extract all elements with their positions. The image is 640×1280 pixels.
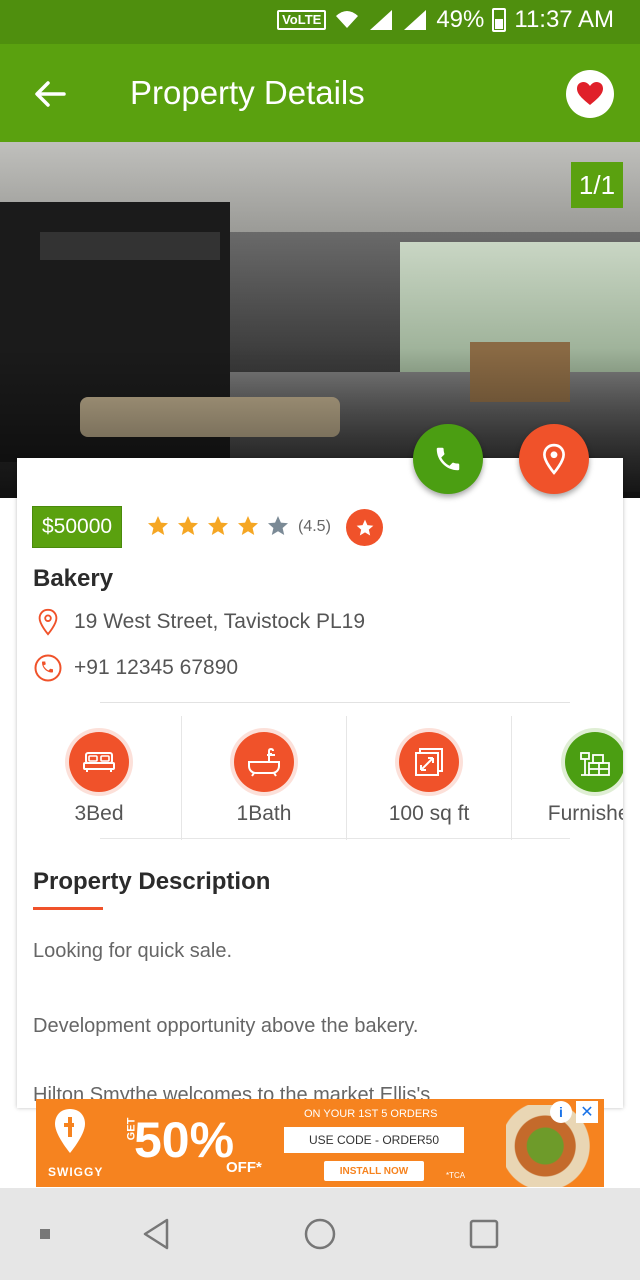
star-empty-icon <box>268 516 288 535</box>
signal-1-icon <box>370 10 393 30</box>
ad-orders-line: ON YOUR 1ST 5 ORDERS <box>304 1108 438 1120</box>
star-rating <box>146 514 290 538</box>
ad-percent: 50% <box>134 1112 235 1168</box>
feature-label: 100 sq ft <box>388 802 470 825</box>
favorite-button[interactable] <box>566 70 614 118</box>
feature-label: 1Bath <box>236 802 292 825</box>
status-bar: VoLTE 49% 11:37 AM <box>0 0 640 44</box>
description-paragraph: Development opportunity above the bakery… <box>33 1015 419 1037</box>
rate-button[interactable] <box>346 509 383 546</box>
ad-promo-code: USE CODE - ORDER50 <box>284 1127 464 1153</box>
star-icon <box>238 516 258 535</box>
map-pin-icon <box>543 443 565 475</box>
description-paragraph: Looking for quick sale. <box>33 940 233 962</box>
battery-percent: 49% <box>436 6 485 33</box>
heading-underline <box>33 907 103 910</box>
phone-icon <box>34 654 62 682</box>
triangle-back-icon <box>143 1218 169 1250</box>
star-icon <box>208 516 228 535</box>
back-button[interactable] <box>28 72 72 116</box>
signal-2-icon <box>404 10 427 30</box>
nav-dot-button[interactable] <box>30 1188 60 1280</box>
ad-install-button[interactable]: INSTALL NOW <box>324 1161 424 1181</box>
feature-label: 3Bed <box>74 802 124 825</box>
call-button[interactable] <box>413 424 483 494</box>
address-text: 19 West Street, Tavistock PL19 <box>74 610 366 633</box>
feature-bath: 1Bath <box>182 716 347 840</box>
ad-brand: SWIGGY <box>48 1165 104 1179</box>
bed-icon <box>69 732 129 792</box>
square-dot-icon <box>40 1229 50 1239</box>
price-badge: $50000 <box>32 506 123 548</box>
rating-value: (4.5) <box>298 518 331 535</box>
feature-bed: 3Bed <box>17 716 182 840</box>
circle-home-icon <box>304 1218 336 1250</box>
photo-counter: 1/1 <box>571 162 623 208</box>
phone-icon <box>436 447 460 471</box>
location-pin-icon <box>34 608 62 636</box>
furniture-icon <box>564 732 623 792</box>
ad-terms: *TCA <box>446 1171 466 1180</box>
ad-off: OFF* <box>226 1159 262 1176</box>
bathtub-icon <box>234 732 294 792</box>
phone-text: +91 12345 67890 <box>74 656 239 679</box>
battery-icon <box>492 8 507 32</box>
phone-row[interactable]: +91 12345 67890 <box>34 654 238 682</box>
feature-area: 100 sq ft <box>347 716 512 840</box>
system-nav-bar <box>0 1188 640 1280</box>
map-location-button[interactable] <box>519 424 589 494</box>
divider <box>100 838 570 839</box>
heart-icon <box>577 82 603 105</box>
volte-indicator: VoLTE <box>277 10 327 30</box>
swiggy-logo-icon <box>55 1109 85 1153</box>
feature-label: Furnished <box>547 802 623 825</box>
nav-back-button[interactable] <box>130 1188 182 1280</box>
feature-furnished: Furnished <box>512 716 623 840</box>
ad-close-icon[interactable]: ✕ <box>576 1101 598 1123</box>
star-icon <box>148 516 168 535</box>
app-bar: Property Details <box>0 44 640 142</box>
star-icon <box>178 516 198 535</box>
wifi-icon <box>336 11 359 28</box>
nav-recents-button[interactable] <box>458 1188 510 1280</box>
square-recents-icon <box>469 1219 499 1249</box>
ad-banner[interactable]: SWIGGY GET 50% OFF* ON YOUR 1ST 5 ORDERS… <box>36 1099 604 1187</box>
address-row: 19 West Street, Tavistock PL19 <box>34 608 365 636</box>
clock: 11:37 AM <box>514 6 614 33</box>
star-icon <box>356 519 373 535</box>
features-row: 3Bed 1Bath 100 sq ft Furnished <box>17 716 623 840</box>
property-name: Bakery <box>33 565 114 592</box>
arrow-left-icon <box>35 81 66 107</box>
page-title: Property Details <box>130 74 365 111</box>
description-heading: Property Description <box>33 868 271 895</box>
divider <box>100 702 570 703</box>
area-icon <box>399 732 459 792</box>
nav-home-button[interactable] <box>294 1188 346 1280</box>
ad-info-icon[interactable]: i <box>550 1101 572 1123</box>
